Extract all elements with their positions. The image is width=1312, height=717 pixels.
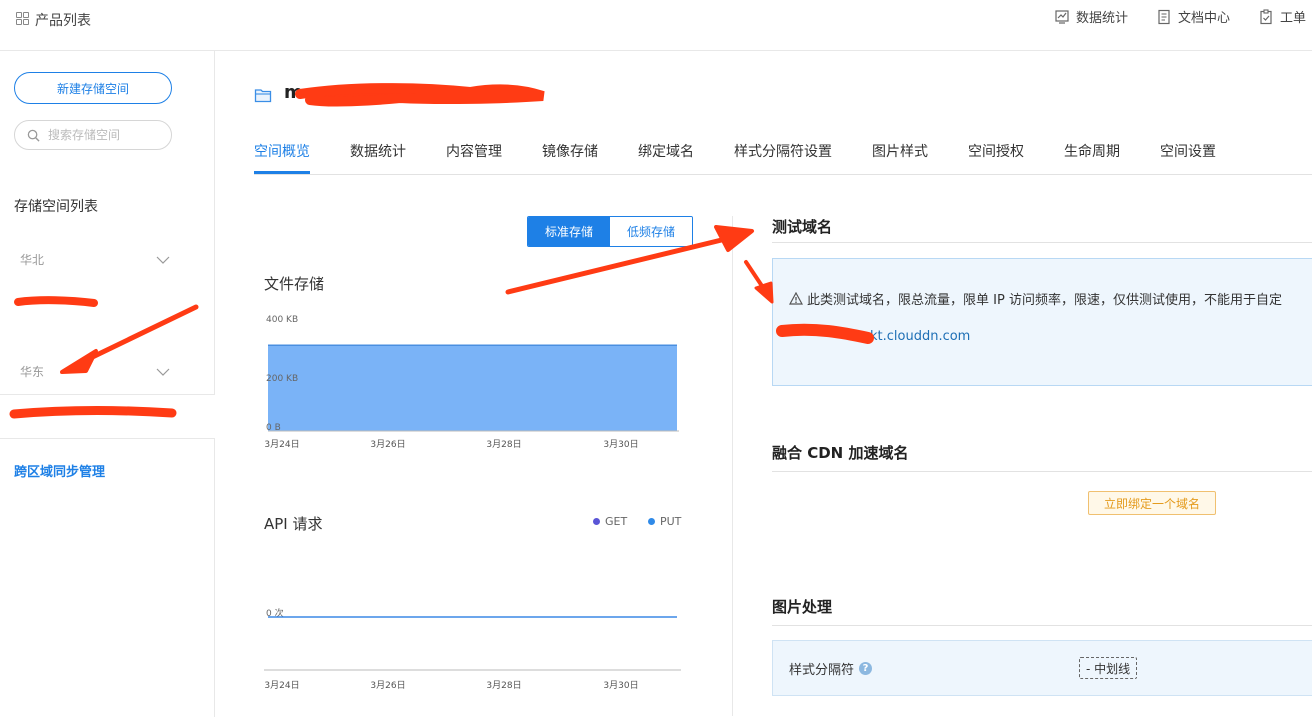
arrow-annotation	[754, 281, 774, 304]
tab-mirror[interactable]: 镜像存储	[542, 141, 598, 161]
chart-icon	[1055, 9, 1069, 24]
tab-lifecycle[interactable]: 生命周期	[1064, 141, 1120, 161]
stats-link[interactable]: 数据统计	[1054, 7, 1128, 26]
y-tick-label: 200 KB	[266, 374, 298, 384]
x-tick-label: 3月24日	[264, 439, 299, 450]
notice-text: 此类测试域名，限总流量，限单 IP 访问频率，限速，仅供测试使用，不能用于自定	[788, 289, 1282, 308]
tab-authorization[interactable]: 空间授权	[968, 141, 1024, 161]
storage-area	[268, 345, 677, 431]
product-list-link[interactable]: 产品列表	[35, 10, 91, 30]
legend-get-dot	[593, 518, 600, 525]
bucket-search[interactable]	[14, 120, 172, 150]
legend-put-dot	[648, 518, 655, 525]
ticket-link-label: 工单	[1280, 11, 1307, 26]
test-domain-title: 测试域名	[772, 218, 833, 236]
ticket-link[interactable]: 工单	[1258, 7, 1306, 26]
divider	[772, 242, 1312, 243]
bucket-icon	[254, 89, 272, 103]
test-domain-value[interactable]: kt.clouddn.com	[870, 329, 970, 344]
new-bucket-button[interactable]: 新建存储空间	[14, 72, 172, 104]
cross-region-sync-link[interactable]: 跨区域同步管理	[14, 461, 105, 480]
separator-value[interactable]: - 中划线	[1079, 657, 1138, 679]
chevron-down-icon	[156, 256, 170, 264]
tab-settings[interactable]: 空间设置	[1160, 141, 1216, 161]
panel-divider	[732, 216, 733, 716]
tab-bind-domain[interactable]: 绑定域名	[638, 141, 694, 161]
storage-type-toggle: 标准存储 低频存储	[527, 216, 693, 247]
docs-link[interactable]: 文档中心	[1156, 7, 1230, 26]
cdn-title: 融合 CDN 加速域名	[772, 444, 909, 462]
legend-put: PUT	[648, 515, 681, 528]
arrow-annotation	[714, 225, 754, 252]
separator-label: 样式分隔符 ?	[789, 659, 873, 678]
ticket-icon	[1260, 8, 1272, 24]
tab-image-style[interactable]: 图片样式	[872, 141, 928, 161]
search-icon	[27, 129, 40, 142]
arrow-annotation	[744, 260, 768, 294]
x-tick-label: 3月24日	[264, 680, 299, 691]
x-tick-label: 3月28日	[486, 680, 521, 691]
bucket-list-title: 存储空间列表	[14, 199, 98, 215]
stats-link-label: 数据统计	[1076, 11, 1129, 26]
divider	[772, 471, 1312, 472]
divider	[772, 625, 1312, 626]
api-requests-chart: 0 次3月24日 3月26日 3月28日 3月30日	[264, 607, 681, 691]
tab-overview[interactable]: 空间概览	[254, 141, 310, 161]
x-tick-label: 3月30日	[603, 439, 638, 450]
test-domain-notice	[772, 258, 1312, 386]
redaction-scribble	[9, 405, 177, 419]
search-input[interactable]	[46, 127, 160, 143]
bucket-name: m	[284, 82, 303, 103]
x-tick-label: 3月28日	[486, 439, 521, 450]
legend-get-label: GET	[605, 515, 628, 528]
tab-style-separator[interactable]: 样式分隔符设置	[734, 141, 832, 161]
y-tick-label: 400 KB	[266, 315, 298, 325]
region-label: 华东	[20, 365, 45, 379]
notice-message: 此类测试域名，限总流量，限单 IP 访问频率，限速，仅供测试使用，不能用于自定	[807, 293, 1282, 308]
document-icon	[1158, 9, 1170, 24]
tab-stats[interactable]: 数据统计	[350, 141, 406, 161]
warning-icon	[788, 291, 804, 305]
separator-label-text: 样式分隔符	[789, 663, 855, 678]
legend-put-label: PUT	[660, 515, 682, 528]
low-freq-storage-option[interactable]: 低频存储	[610, 217, 692, 246]
active-tab-indicator	[254, 171, 310, 174]
grid-icon[interactable]	[16, 12, 29, 25]
api-requests-title: API 请求	[264, 515, 323, 533]
docs-link-label: 文档中心	[1178, 11, 1231, 26]
file-storage-chart: 400 KB 200 KB 0 B 3月24日 3月26日 3月28日 3月30日	[264, 315, 679, 450]
y-tick-label: 0 B	[266, 423, 281, 433]
redaction-scribble	[295, 83, 545, 107]
region-huabei[interactable]: 华北	[20, 251, 170, 268]
image-processing-title: 图片处理	[772, 598, 833, 616]
x-tick-label: 3月26日	[370, 439, 405, 450]
x-tick-label: 3月26日	[370, 680, 405, 691]
file-storage-title: 文件存储	[264, 275, 325, 293]
chevron-down-icon	[156, 368, 170, 376]
legend-get: GET	[593, 515, 627, 528]
standard-storage-option[interactable]: 标准存储	[528, 217, 610, 246]
tab-content[interactable]: 内容管理	[446, 141, 502, 161]
tab-bar: 空间概览 数据统计 内容管理 镜像存储 绑定域名 样式分隔符设置 图片样式 空间…	[254, 128, 1312, 175]
x-tick-label: 3月30日	[603, 680, 638, 691]
bind-domain-button[interactable]: 立即绑定一个域名	[1088, 491, 1216, 515]
help-icon[interactable]: ?	[859, 662, 873, 675]
region-huadong[interactable]: 华东	[20, 363, 170, 380]
region-label: 华北	[20, 253, 45, 267]
